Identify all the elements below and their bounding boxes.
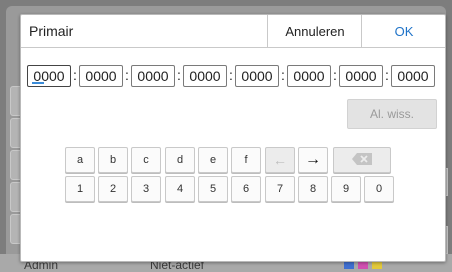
key-5[interactable]: 5 [198,176,228,202]
key-e[interactable]: e [198,147,228,173]
right-arrow-key[interactable]: → [298,147,328,173]
ok-button[interactable]: OK [361,15,446,47]
address-separator: : [281,67,285,83]
key-1[interactable]: 1 [65,176,95,202]
address-separator: : [177,67,181,83]
address-segment-value: 0000 [85,68,117,84]
address-segment-value: 0000 [293,68,325,84]
clear-all-button[interactable]: Al. wiss. [347,99,437,129]
address-segment-2[interactable]: 0000 [79,65,123,87]
address-segment-1[interactable]: 0000 [27,65,71,87]
address-segment-7[interactable]: 0000 [339,65,383,87]
key-f[interactable]: f [231,147,261,173]
address-segment-3[interactable]: 0000 [131,65,175,87]
ip-address-dialog: Primair Annuleren OK 0000 : 0000 : 0000 … [20,14,446,262]
cancel-button[interactable]: Annuleren [267,15,362,47]
backspace-key[interactable] [333,147,391,173]
address-segment-value: 0000 [345,68,377,84]
address-separator: : [73,67,77,83]
key-8[interactable]: 8 [298,176,328,202]
address-separator: : [385,67,389,83]
key-6[interactable]: 6 [231,176,261,202]
address-separator: : [333,67,337,83]
address-separator: : [125,67,129,83]
dialog-title-bar: Primair Annuleren OK [21,15,445,48]
address-segment-value: 0000 [397,68,429,84]
address-separator: : [229,67,233,83]
left-arrow-key[interactable]: ← [265,147,295,173]
address-segment-6[interactable]: 0000 [287,65,331,87]
text-cursor [32,82,44,84]
address-segment-value: 0000 [189,68,221,84]
key-d[interactable]: d [165,147,195,173]
backspace-icon [351,152,373,169]
key-4[interactable]: 4 [165,176,195,202]
address-segment-4[interactable]: 0000 [183,65,227,87]
key-c[interactable]: c [131,147,161,173]
key-3[interactable]: 3 [131,176,161,202]
address-segment-5[interactable]: 0000 [235,65,279,87]
address-segment-value: 0000 [137,68,169,84]
key-0[interactable]: 0 [364,176,394,202]
address-segment-8[interactable]: 0000 [391,65,435,87]
dialog-title: Primair [29,23,74,39]
key-9[interactable]: 9 [331,176,361,202]
key-a[interactable]: a [65,147,95,173]
address-segment-value: 0000 [241,68,273,84]
key-b[interactable]: b [98,147,128,173]
key-7[interactable]: 7 [265,176,295,202]
key-2[interactable]: 2 [98,176,128,202]
